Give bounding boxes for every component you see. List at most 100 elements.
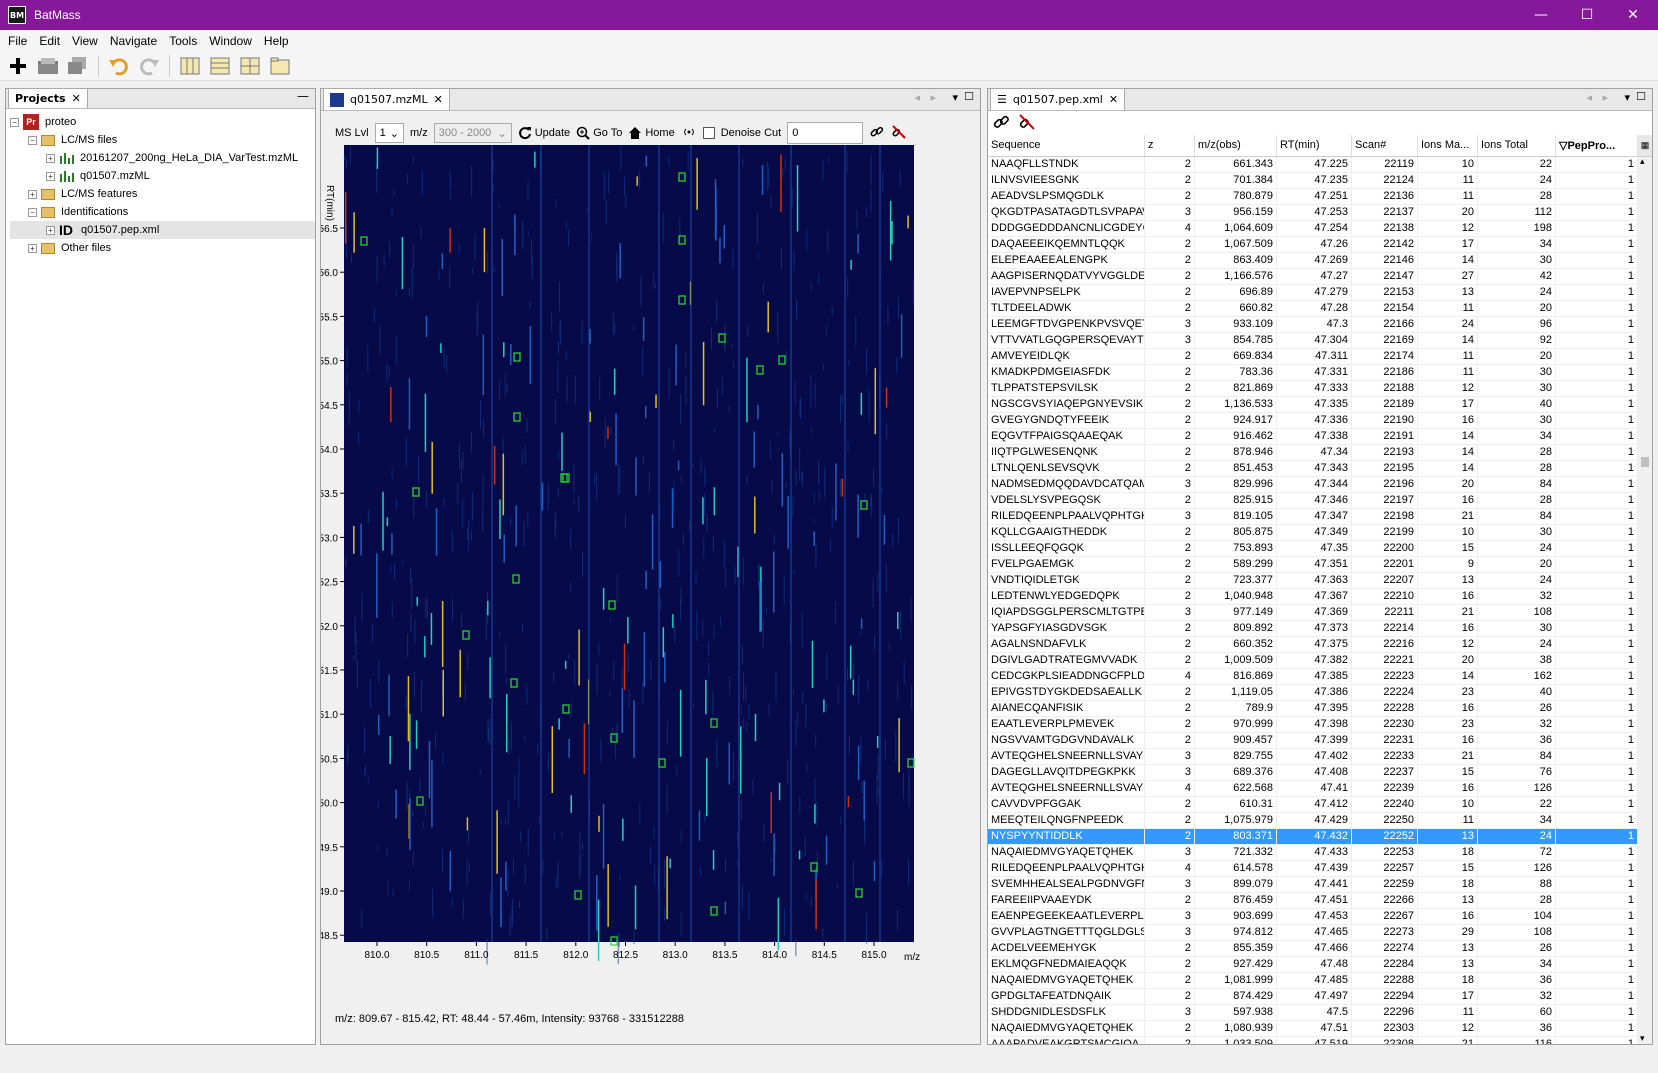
table-row[interactable]: ACDELVEEMEHYGK 2 855.359 47.466 22274 13 26 1: [988, 941, 1638, 957]
table-row[interactable]: DGIVLGADTRATEGMVVADK 2 1,009.509 47.382 2222…: [988, 653, 1638, 669]
table-row[interactable]: NAAQFLLSTNDK 2 661.343 47.225 22119 10 22 1: [988, 157, 1638, 173]
tab-list-dropdown-icon[interactable]: ▾: [952, 91, 958, 104]
table-row[interactable]: FAREEIIPVAAEYDK 2 876.459 47.451 22266 13 28 1: [988, 893, 1638, 909]
table-row[interactable]: NGSCGVSYIAQEPGNYEVSIK 2 1,136.533 47.335 221…: [988, 397, 1638, 413]
table-row[interactable]: ILNVSVIEESGNK 2 701.384 47.235 22124 11 24 1: [988, 173, 1638, 189]
table-row[interactable]: LEDTENWLYEDGEDQPK 2 1,040.948 47.367 22210 16…: [988, 589, 1638, 605]
table-row[interactable]: AGALNSNDAFVLK 2 660.352 47.375 22216 12 24 1: [988, 637, 1638, 653]
tree-node-file-q01507[interactable]: + q01507.mzML: [10, 167, 315, 185]
menu-window[interactable]: Window: [203, 34, 258, 48]
mz-range-select[interactable]: 300 - 2000 ⌄: [433, 123, 512, 143]
collapse-icon[interactable]: −: [28, 207, 37, 217]
table-row[interactable]: TLPPATSTEPSVILSK 2 821.869 47.333 22188 12 30 1: [988, 381, 1638, 397]
table-row[interactable]: FVELPGAEMGK 2 589.299 47.351 22201 9 20 1: [988, 557, 1638, 573]
table-row[interactable]: DDDGGEDDDANCNLICGDEYG... 4 1,064.609 47.254…: [988, 221, 1638, 237]
undo-button[interactable]: [107, 54, 131, 78]
table-row[interactable]: NGSVVAMTGDGVNDAVALK 2 909.457 47.399 22231 16…: [988, 733, 1638, 749]
table-row[interactable]: NAQAIEDMVGYAQETQHEK 3 721.332 47.433 22253 18…: [988, 845, 1638, 861]
table-row[interactable]: TLTDEELADWK 2 660.82 47.28 22154 11 20 1: [988, 301, 1638, 317]
menu-navigate[interactable]: Navigate: [104, 34, 163, 48]
expand-icon[interactable]: +: [28, 189, 37, 199]
maximize-panel-icon[interactable]: ☐: [1636, 90, 1646, 103]
table-row[interactable]: IQIAPDSGGLPERSCMLTGTPES...3977.14947.369…: [988, 605, 1638, 621]
table-row[interactable]: AVTEQGHELSNEERNLLSVAYK 4 622.568 47.41 22239…: [988, 781, 1638, 797]
table-row[interactable]: VTTVVATLGQGPERSQEVAYTDIK 3 854.785 47.304 22…: [988, 333, 1638, 349]
maximize-panel-icon[interactable]: ☐: [964, 90, 974, 103]
table-row[interactable]: MEEQTEILQNGFNPEEDK 2 1,075.979 47.429 22250 1…: [988, 813, 1638, 829]
table-row[interactable]: QKGDTPASATAGDTLSVPAPAV... 3 956.159 47.253 2…: [988, 205, 1638, 221]
maximize-button[interactable]: ☐: [1564, 0, 1610, 30]
table-row[interactable]: NAQAIEDMVGYAQETQHEK 2 1,080.939 47.51 22303 1…: [988, 1021, 1638, 1037]
denoise-cut-input[interactable]: 0: [787, 122, 864, 144]
column-header-z[interactable]: z: [1145, 135, 1195, 156]
table-row[interactable]: EQGVTFPAIGSQAAEQAK 2 916.462 47.338 22191 14 3…: [988, 429, 1638, 445]
table-row[interactable]: LEEMGFTDVGPENKPVSVQETY...3933.10947.3221…: [988, 317, 1638, 333]
scroll-up-icon[interactable]: ▴: [1640, 157, 1645, 167]
menu-tools[interactable]: Tools: [163, 34, 203, 48]
close-tab-icon[interactable]: ✕: [1109, 93, 1118, 106]
table-row[interactable]: ISSLLEEQFQGQK 2 753.893 47.35 22200 15 24 1: [988, 541, 1638, 557]
layout-rows-button[interactable]: [208, 54, 232, 78]
unlink-button[interactable]: [891, 124, 907, 143]
goto-button[interactable]: Go To: [576, 126, 622, 140]
tree-node-lcms-features[interactable]: + LC/MS features: [10, 185, 315, 203]
table-row[interactable]: SHDDGNIDLESDSFLK 3 597.938 47.5 22296 11 60 1: [988, 1005, 1638, 1021]
collapse-icon[interactable]: −: [28, 135, 37, 145]
broadcast-button[interactable]: [681, 125, 697, 142]
table-row[interactable]: EPIVGSTDYGKDEDSAEALLK 2 1,119.05 47.386 2222…: [988, 685, 1638, 701]
table-row[interactable]: NADMSEDMQQDAVDCATQAMEK3829.99647.3442219…: [988, 477, 1638, 493]
scrollbar-thumb[interactable]: [1641, 457, 1649, 467]
table-row[interactable]: ELEPEAAEEALENGPK 2 863.409 47.269 22146 14 30 1: [988, 253, 1638, 269]
table-row[interactable]: NAQAIEDMVGYAQETQHEK 2 1,081.999 47.485 22288…: [988, 973, 1638, 989]
table-row[interactable]: AVTEQGHELSNEERNLLSVAYK 3 829.755 47.402 2223…: [988, 749, 1638, 765]
table-row[interactable]: KMADKPDMGEIASFDK 2 783.36 47.331 22186 11 30 1: [988, 365, 1638, 381]
scroll-down-icon[interactable]: ▾: [1640, 1034, 1645, 1044]
table-row[interactable]: VDELSLYSVPEGQSK 2 825.915 47.346 22197 16 28 1: [988, 493, 1638, 509]
table-row[interactable]: DAGEGLLAVQITDPEGKPKK 3 689.376 47.408 22237 1…: [988, 765, 1638, 781]
expand-icon[interactable]: +: [46, 225, 55, 235]
minimize-button[interactable]: —: [1518, 0, 1564, 30]
table-row[interactable]: RILEDQEENPLPAALVQPHTGK 3 819.105 47.347 2219…: [988, 509, 1638, 525]
column-header-mz-obs[interactable]: m/z(obs): [1195, 135, 1277, 156]
table-row[interactable]: YAPSGFYIASGDVSGK 2 809.892 47.373 22214 16 30 1: [988, 621, 1638, 637]
save-all-button[interactable]: [66, 54, 90, 78]
table-row[interactable]: AAGPISERNQDATVYVGGLDEK 2 1,166.576 47.27 221…: [988, 269, 1638, 285]
menu-view[interactable]: View: [66, 34, 104, 48]
table-row[interactable]: AIANECQANFISIK 2 789.9 47.395 22228 16 26 1: [988, 701, 1638, 717]
update-button[interactable]: Update: [518, 126, 570, 140]
tree-node-file-hela[interactable]: + 20161207_200ng_HeLa_DIA_VarTest.mzML: [10, 149, 315, 167]
close-window-button[interactable]: ✕: [1610, 0, 1656, 30]
layout-single-button[interactable]: [268, 54, 292, 78]
column-header-ions-total[interactable]: Ions Total: [1478, 135, 1556, 156]
table-row[interactable]: GVEGYGNDQTYFEEIK 2 924.917 47.336 22190 16 30 1: [988, 413, 1638, 429]
table-row[interactable]: GPDGLTAFEATDNQAIK 2 874.429 47.497 22294 17 32…: [988, 989, 1638, 1005]
column-header-pepprophet[interactable]: ▽ PepPro...: [1556, 135, 1638, 156]
layout-columns-button[interactable]: [178, 54, 202, 78]
menu-file[interactable]: File: [2, 34, 33, 48]
table-row[interactable]: EAATLEVERPLPMEVEK 2 970.999 47.398 22230 23 32…: [988, 717, 1638, 733]
table-row[interactable]: NYSPYYNTIDDLK 2 803.371 47.432 22252 13 24 1: [988, 829, 1638, 845]
tree-node-other-files[interactable]: + Other files: [10, 239, 315, 257]
tree-node-project[interactable]: − Pr proteo: [10, 113, 315, 131]
table-row[interactable]: EKLMQGFNEDMAIEAQQK 2 927.429 47.48 22284 13 34…: [988, 957, 1638, 973]
column-header-sequence[interactable]: Sequence: [988, 135, 1145, 156]
tree-node-lcms-files[interactable]: − LC/MS files: [10, 131, 315, 149]
link-button[interactable]: [992, 113, 1010, 134]
table-row[interactable]: IIQTPGLWESENQNK 2 878.946 47.34 22193 14 28 1: [988, 445, 1638, 461]
close-tab-icon[interactable]: ✕: [72, 92, 81, 108]
table-row[interactable]: AAAPADVEAKGRTSMCGIQA 2 1,033.509 47.519 2230…: [988, 1037, 1638, 1044]
scroll-tabs-left-icon[interactable]: ◂: [914, 91, 920, 104]
table-row[interactable]: VNDTIQIDLETGK 2 723.377 47.363 22207 13 24 1: [988, 573, 1638, 589]
home-button[interactable]: Home: [628, 126, 675, 140]
link-button[interactable]: [869, 124, 885, 143]
close-tab-icon[interactable]: ✕: [434, 93, 443, 106]
column-header-scan[interactable]: Scan#: [1352, 135, 1418, 156]
menu-help[interactable]: Help: [258, 34, 295, 48]
table-row[interactable]: CEDCGKPLSIEADDNGCFPLDG...4816.86947.3852…: [988, 669, 1638, 685]
map-tab[interactable]: q01507.mzML ✕: [323, 88, 450, 110]
column-chooser-button[interactable]: ▦: [1638, 135, 1652, 156]
redo-button[interactable]: [137, 54, 161, 78]
table-row[interactable]: EAENPEGEEKEAATLEVERPLP... 3 903.699 47.453 2…: [988, 909, 1638, 925]
new-project-button[interactable]: [6, 54, 30, 78]
tree-node-pepxml[interactable]: + ID q01507.pep.xml: [10, 221, 315, 239]
